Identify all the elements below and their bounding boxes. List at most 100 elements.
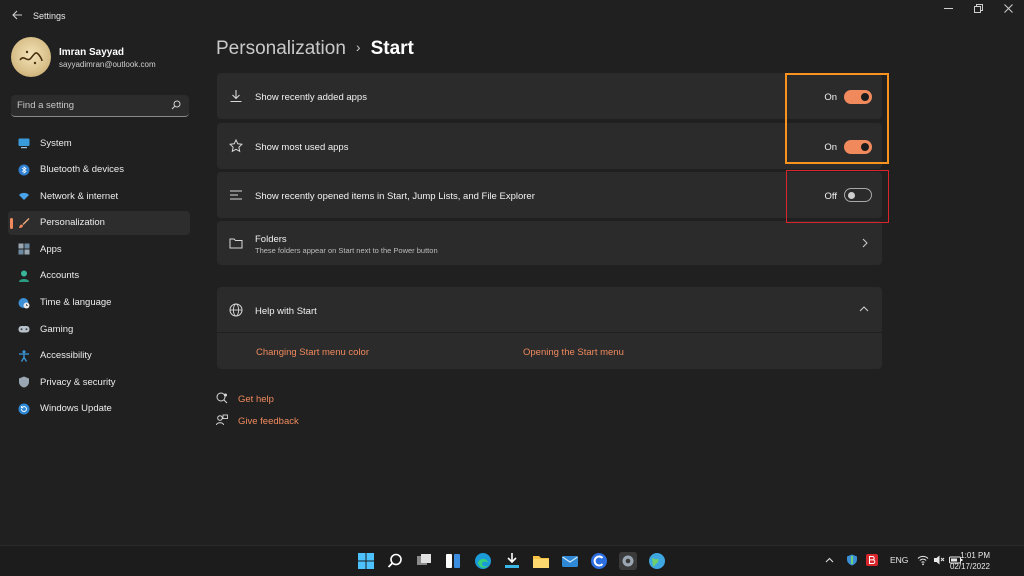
avatar[interactable] [11,37,51,77]
sidebar-item-label: Time & language [40,297,112,309]
breadcrumb-parent[interactable]: Personalization [216,38,346,59]
sidebar-item-accounts[interactable]: Accounts [8,264,190,288]
setting-label: Folders [255,234,287,245]
setting-most-used: Show most used apps On [217,123,882,169]
accessibility-icon [19,350,29,362]
browser-c-icon[interactable] [590,552,608,570]
widgets-icon[interactable] [444,552,462,570]
sidebar-item-personalization[interactable]: Personalization [8,210,190,235]
help-link-start-color[interactable]: Changing Start menu color [256,347,369,358]
help-link-open-start[interactable]: Opening the Start menu [523,347,624,358]
close-button[interactable] [997,3,1019,19]
get-help-link[interactable]: Get help [238,394,274,405]
chevron-right-icon [862,238,868,248]
taskbar: ENG 1:01 PM 02/17/2022 [0,545,1024,576]
minimize-button[interactable] [937,3,959,19]
sidebar-item-windows-update[interactable]: Windows Update [8,397,190,421]
sidebar-item-apps[interactable]: Apps [8,237,190,261]
b-app-tray-icon[interactable] [866,554,878,566]
sidebar-item-label: Accounts [40,270,80,282]
user-email: sayyadimran@outlook.com [59,60,156,69]
search-icon[interactable] [171,100,181,110]
file-explorer-icon[interactable] [532,552,550,570]
sidebar-item-accessibility[interactable]: Accessibility [8,344,190,368]
edge-icon[interactable] [474,552,492,570]
windows-start-icon[interactable] [357,552,375,570]
setting-recent-items: Show recently opened items in Start, Jum… [217,172,882,218]
get-help-icon [216,392,228,404]
install-app-icon[interactable] [503,552,521,570]
help-section-body: Changing Start menu color Opening the St… [217,333,882,369]
sidebar-item-bluetooth[interactable]: Bluetooth & devices [8,158,190,182]
mail-icon[interactable] [561,552,579,570]
sidebar-item-label: Gaming [40,323,74,335]
monitor-icon [18,138,30,149]
globe-clock-icon [18,297,30,309]
recent-apps-toggle[interactable] [844,90,872,104]
settings-taskbar-icon[interactable] [619,552,637,570]
setting-label: Show most used apps [255,142,349,153]
toggle-state: Off [824,191,838,202]
star-icon [229,139,243,153]
breadcrumb: Personalization › Start [216,38,414,60]
most-used-toggle[interactable] [844,140,872,154]
user-name: Imran Sayyad [59,47,125,58]
sidebar-item-label: Accessibility [40,350,92,362]
apps-icon [18,243,30,255]
wifi-icon [19,193,29,201]
chevron-up-icon[interactable] [859,306,869,312]
setting-description: These folders appear on Start next to th… [255,246,438,255]
arrow-left-icon [11,10,22,20]
sidebar-item-system[interactable]: System [8,131,190,155]
sidebar-item-label: System [40,137,72,149]
page-title: Start [370,38,414,59]
calligraphy-avatar-icon [19,50,43,65]
sidebar-item-label: Privacy & security [40,376,116,388]
search-taskbar-icon[interactable] [386,552,404,570]
help-title: Help with Start [255,306,317,317]
clock[interactable]: 1:01 PM 02/17/2022 [950,550,990,572]
folder-icon [229,238,243,249]
chevron-up-tray-icon[interactable] [825,557,834,563]
clock-date: 02/17/2022 [949,562,990,571]
globe-icon [229,303,243,317]
back-button[interactable] [8,6,26,26]
search-box[interactable] [11,95,189,117]
recent-items-toggle[interactable] [844,188,872,202]
help-section-header[interactable]: Help with Start [217,287,882,332]
wifi-tray-icon[interactable] [917,554,929,566]
brush-icon [19,217,30,228]
title-bar: Settings [0,0,1024,32]
sidebar-item-label: Personalization [40,217,105,229]
setting-recent-apps: Show recently added apps On [217,73,882,119]
setting-label: Show recently opened items in Start, Jum… [255,191,535,202]
setting-folders[interactable]: Folders These folders appear on Start ne… [217,221,882,265]
setting-label: Show recently added apps [255,92,367,103]
clock-time: 1:01 PM [960,551,990,560]
minimize-icon [943,8,953,9]
sidebar-item-label: Windows Update [40,403,112,415]
search-input[interactable] [17,95,167,116]
sidebar-nav: System Bluetooth & devices Network & int… [8,131,190,424]
update-icon [18,403,30,415]
app-title: Settings [33,11,66,21]
sidebar-item-network[interactable]: Network & internet [8,184,190,208]
language-indicator[interactable]: ENG [890,555,908,565]
sidebar-item-privacy[interactable]: Privacy & security [8,370,190,394]
bluetooth-icon [18,164,30,176]
feedback-icon [216,414,228,426]
breadcrumb-separator: › [355,39,361,55]
person-icon [19,270,29,282]
restore-button[interactable] [967,3,989,19]
task-view-icon[interactable] [415,552,433,570]
defender-tray-icon[interactable] [846,554,858,566]
earth-app-icon[interactable] [648,552,666,570]
toggle-state: On [824,142,837,153]
toggle-state: On [824,92,837,103]
shield-icon [19,376,29,388]
sidebar-item-label: Network & internet [40,190,119,202]
speaker-muted-icon[interactable] [933,554,945,566]
give-feedback-link[interactable]: Give feedback [238,416,299,427]
sidebar-item-time-language[interactable]: Time & language [8,291,190,315]
sidebar-item-gaming[interactable]: Gaming [8,317,190,341]
